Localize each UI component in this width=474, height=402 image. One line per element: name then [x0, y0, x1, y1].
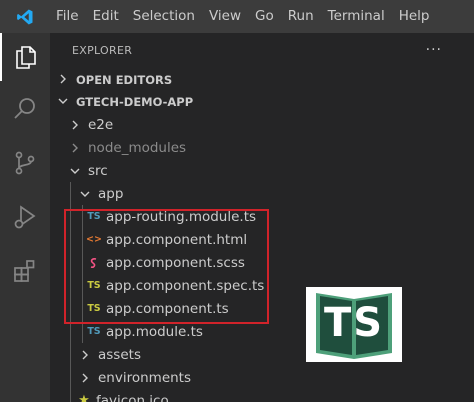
menu-view[interactable]: View: [202, 0, 248, 33]
project-section[interactable]: GTECH-DEMO-APP: [50, 91, 474, 113]
star-icon: ★: [78, 393, 90, 402]
menu-terminal[interactable]: Terminal: [321, 0, 392, 33]
folder-label: e2e: [88, 116, 114, 133]
indent-guide: [70, 366, 71, 389]
menu-help[interactable]: Help: [392, 0, 437, 33]
folder-label: src: [88, 162, 108, 179]
tree-folder-environments[interactable]: environments: [50, 366, 474, 389]
chevron-right-icon: [68, 120, 82, 130]
typescript-file-icon: TS: [87, 326, 101, 337]
indent-guide: [70, 182, 71, 205]
more-actions-icon[interactable]: ···: [426, 42, 442, 58]
source-control-icon[interactable]: [0, 139, 50, 187]
title-bar: File Edit Selection View Go Run Terminal…: [0, 0, 474, 33]
chevron-down-icon: [68, 166, 82, 176]
explorer-icon[interactable]: [0, 33, 50, 81]
menu-run[interactable]: Run: [281, 0, 321, 33]
explorer-title: EXPLORER: [72, 43, 133, 57]
chevron-right-icon: [78, 373, 92, 383]
activity-bar: [0, 33, 50, 402]
tree-folder-node-modules[interactable]: node_modules: [50, 136, 474, 159]
search-icon[interactable]: [0, 85, 50, 133]
menu-edit[interactable]: Edit: [86, 0, 126, 33]
file-label: favicon.ico: [96, 392, 169, 402]
vscode-logo-icon[interactable]: [0, 0, 49, 33]
indent-guide: [70, 343, 71, 366]
folder-label: environments: [98, 369, 192, 386]
chevron-right-icon: [68, 143, 82, 153]
open-editors-label: OPEN EDITORS: [76, 73, 173, 87]
open-editors-section[interactable]: OPEN EDITORS: [50, 69, 474, 91]
tree-file-favicon[interactable]: ★ favicon.ico: [50, 389, 474, 402]
chevron-right-icon: [78, 350, 92, 360]
menu-selection[interactable]: Selection: [126, 0, 202, 33]
chevron-down-icon: [58, 95, 70, 109]
file-label: app.module.ts: [106, 323, 203, 340]
indent-guide: [70, 389, 71, 402]
tree-folder-src[interactable]: src: [50, 159, 474, 182]
chevron-down-icon: [78, 189, 92, 199]
menu-file[interactable]: File: [49, 0, 86, 33]
project-label: GTECH-DEMO-APP: [76, 95, 194, 109]
tree-folder-e2e[interactable]: e2e: [50, 113, 474, 136]
folder-label: app: [98, 185, 124, 202]
typescript-book-logo: TS: [306, 287, 402, 362]
menu-go[interactable]: Go: [248, 0, 281, 33]
folder-label: node_modules: [88, 139, 187, 156]
extensions-icon[interactable]: [0, 247, 50, 295]
explorer-header: EXPLORER ···: [50, 33, 474, 67]
logo-text: TS: [323, 300, 385, 346]
chevron-right-icon: [58, 73, 70, 87]
highlight-box: [64, 209, 269, 324]
folder-label: assets: [98, 346, 141, 363]
tree-folder-app[interactable]: app: [50, 182, 474, 205]
tree-folder-assets[interactable]: assets: [50, 343, 474, 366]
run-debug-icon[interactable]: [0, 193, 50, 241]
